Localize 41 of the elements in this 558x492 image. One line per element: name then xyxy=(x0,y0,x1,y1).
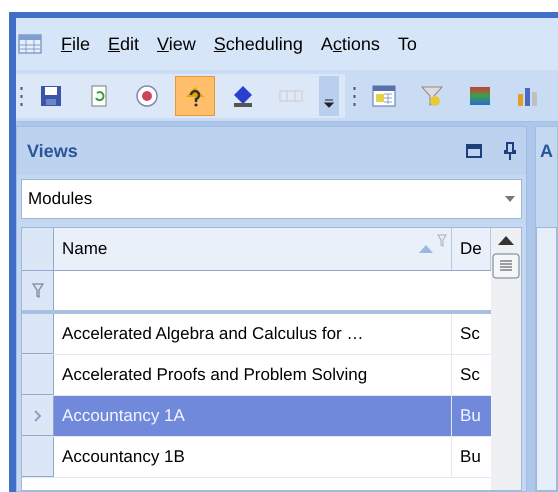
diamond-icon xyxy=(231,84,255,108)
badge-icon xyxy=(135,84,159,108)
menu-item[interactable]: Actions xyxy=(314,30,387,58)
column-header[interactable]: De xyxy=(452,228,491,270)
table-cell-text: Bu xyxy=(459,446,482,468)
maximize-icon[interactable] xyxy=(466,144,482,158)
table-cell: Accountancy 1A xyxy=(54,396,452,436)
menu-item[interactable]: Scheduling xyxy=(206,30,310,58)
table-cell-text: Sc xyxy=(459,323,481,346)
scrollbar[interactable] xyxy=(491,228,521,490)
column-header-label: Name xyxy=(62,238,108,260)
toolbar-grip-icon[interactable] xyxy=(20,84,23,106)
panel-title: A xyxy=(540,140,553,162)
sort-ascending-icon xyxy=(419,245,433,253)
scroll-thumb-icon[interactable] xyxy=(492,253,520,279)
table-cell: Accelerated Proofs and Problem Solving xyxy=(54,355,452,395)
pin-icon[interactable] xyxy=(504,142,516,160)
table-cell: Accelerated Algebra and Calculus for … xyxy=(54,314,452,354)
calendar-icon xyxy=(372,84,396,108)
caret-icon xyxy=(324,98,334,108)
current-row-icon xyxy=(34,410,42,422)
toolbar-button[interactable] xyxy=(175,76,215,116)
filter-icon xyxy=(420,84,444,108)
scroll-up-icon[interactable] xyxy=(498,236,514,245)
grid-app-icon xyxy=(18,34,42,54)
toolbar-grip-icon[interactable] xyxy=(353,84,356,106)
menu-item[interactable]: To xyxy=(390,30,424,58)
menu-item[interactable]: View xyxy=(150,30,203,58)
column-header-label: De xyxy=(460,238,483,260)
column-header[interactable]: Name xyxy=(54,228,452,270)
filter-icon[interactable] xyxy=(32,282,44,298)
table-cell-text: Sc xyxy=(459,364,481,386)
dropdown-arrow-icon xyxy=(505,196,515,202)
table-cell: Accountancy 1B xyxy=(54,437,452,477)
menu-item[interactable]: File xyxy=(54,30,98,58)
menu-item[interactable]: Edit xyxy=(101,30,146,58)
save-icon xyxy=(39,84,63,108)
toolbar-overflow-button[interactable] xyxy=(319,76,339,116)
table-cell: Bu xyxy=(452,396,491,436)
panel-title: Views xyxy=(27,140,78,162)
dropdown[interactable]: Modules xyxy=(21,179,522,219)
